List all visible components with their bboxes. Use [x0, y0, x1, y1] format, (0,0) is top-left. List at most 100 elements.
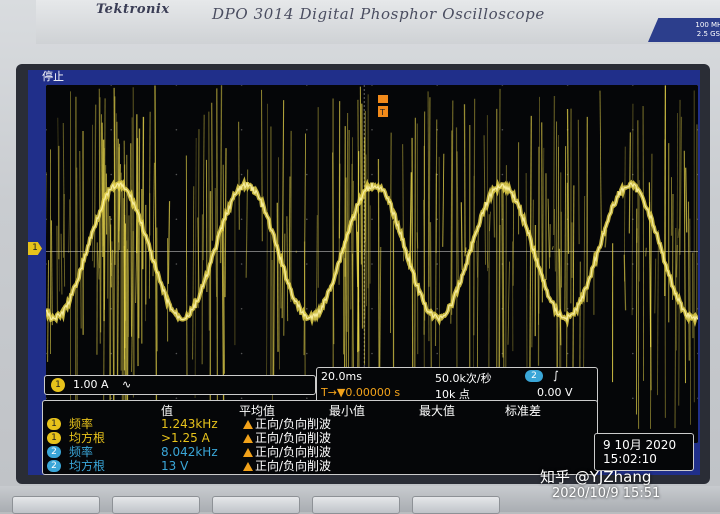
- noise-spike: [415, 118, 416, 409]
- scope-screen: 停止 T 1 11.00 A ∿ 20.0ms 50.0k次/秒 T→▼0.00…: [28, 70, 700, 475]
- noise-spike: [61, 234, 62, 295]
- ch1-scale-readout[interactable]: 11.00 A ∿: [44, 375, 316, 395]
- noise-spike: [98, 251, 99, 280]
- watermark: 知乎 @YJZhang: [540, 466, 651, 487]
- coupling-icon: ∿: [122, 378, 131, 391]
- time-per-div: 20.0ms: [321, 370, 362, 383]
- grid-dot: [436, 85, 438, 86]
- channel1-ground-marker[interactable]: 1: [28, 242, 42, 255]
- noise-spike: [289, 176, 290, 284]
- noise-spike: [554, 96, 555, 235]
- noise-spike: [484, 135, 485, 265]
- bezel-button[interactable]: [112, 496, 200, 514]
- noise-spike: [168, 201, 169, 284]
- noise-spike: [225, 148, 226, 297]
- noise-spike: [193, 186, 194, 359]
- grid-dot: [306, 129, 308, 131]
- noise-spike: [430, 222, 431, 380]
- noise-spike: [267, 104, 268, 376]
- row-mean-text: 正向/负向削波: [255, 445, 331, 459]
- noise-spike: [102, 123, 103, 257]
- noise-spike: [632, 104, 633, 315]
- noise-spike: [94, 105, 95, 268]
- row-name: 均方根: [69, 459, 105, 473]
- warning-icon: [243, 462, 253, 471]
- bezel-button[interactable]: [212, 496, 300, 514]
- noise-spike: [461, 202, 462, 270]
- grid-dot: [567, 85, 569, 86]
- bezel-button[interactable]: [412, 496, 500, 514]
- measurement-row[interactable]: 2 均方根 13 V 正向/负向削波: [43, 459, 597, 473]
- grid-dot: [371, 353, 373, 355]
- noise-spike: [443, 154, 444, 247]
- spec-bandwidth: 100 MHz: [648, 21, 720, 30]
- noise-spike: [655, 259, 656, 314]
- row-name: 频率: [69, 417, 93, 431]
- grid-dot: [306, 397, 308, 399]
- noise-spike: [646, 248, 647, 257]
- row-value: >1.25 A: [161, 431, 210, 445]
- noise-spike: [436, 120, 437, 346]
- sample-rate: 50.0k次/秒: [435, 370, 492, 386]
- trigger-position-marker: T: [378, 95, 388, 117]
- bezel-button[interactable]: [12, 496, 100, 514]
- noise-spike: [186, 155, 187, 375]
- grid-dot: [241, 308, 243, 310]
- grid-dot: [436, 263, 438, 265]
- trigger-slope-icon: ∫: [553, 369, 559, 382]
- grid-dot: [371, 174, 373, 176]
- row-name: 均方根: [69, 431, 105, 445]
- noise-spike: [287, 216, 288, 321]
- measurement-panel: 值 平均值 最小值 最大值 标准差 1 频率 1.243kHz 正向/负向削波 …: [42, 400, 598, 475]
- noise-spike: [565, 146, 566, 312]
- noise-spike: [63, 194, 64, 258]
- grid-dot: [110, 85, 112, 86]
- noise-spike: [429, 97, 430, 287]
- noise-spike: [494, 191, 495, 237]
- time-label: 15:02:10: [603, 452, 657, 466]
- grid-dot: [306, 174, 308, 176]
- row-channel-badge: 2: [47, 446, 61, 458]
- noise-spike: [348, 130, 349, 396]
- grid-dot: [306, 85, 308, 86]
- noise-spike: [555, 209, 556, 271]
- measurement-row[interactable]: 2 频率 8.042kHz 正向/负向削波: [43, 445, 597, 459]
- grid-dot: [46, 85, 47, 86]
- noise-spike: [686, 168, 687, 233]
- noise-spike: [362, 104, 363, 329]
- grid-dot: [306, 218, 308, 220]
- spec-badge: 100 MHz 2.5 GS/s: [648, 18, 720, 42]
- row-mean-text: 正向/负向削波: [255, 431, 331, 445]
- trigger-channel-badge: 2: [525, 370, 543, 382]
- row-mean: 正向/负向削波: [243, 459, 331, 473]
- noise-spike: [390, 133, 391, 333]
- brand-logo: Tektronix: [96, 2, 170, 17]
- grid-dot: [46, 353, 47, 355]
- noise-spike: [543, 148, 544, 291]
- measurement-row[interactable]: 1 频率 1.243kHz 正向/负向削波: [43, 417, 597, 431]
- noise-spike: [378, 159, 379, 400]
- grid-dot: [241, 129, 243, 131]
- grid-dot: [371, 218, 373, 220]
- noise-spike: [57, 226, 58, 321]
- noise-spike: [239, 122, 240, 230]
- noise-spike: [490, 212, 491, 231]
- grid-dot: [502, 129, 504, 131]
- row-channel-badge: 1: [47, 432, 61, 444]
- noise-spike: [52, 220, 53, 325]
- row-mean: 正向/负向削波: [243, 417, 331, 431]
- spec-sample-rate: 2.5 GS/s: [648, 30, 720, 39]
- noise-spike: [351, 164, 352, 310]
- bezel-button[interactable]: [312, 496, 400, 514]
- grid-dot: [371, 308, 373, 310]
- row-value: 1.243kHz: [161, 417, 218, 431]
- noise-spike: [274, 243, 275, 389]
- row-value: 8.042kHz: [161, 445, 218, 459]
- measurement-row[interactable]: 1 均方根 >1.25 A 正向/负向削波: [43, 431, 597, 445]
- grid-dot: [46, 397, 47, 399]
- grid-dot: [632, 397, 634, 399]
- ch1-badge: 1: [51, 378, 65, 392]
- row-channel-badge: 1: [47, 418, 61, 430]
- grid-dot: [110, 218, 112, 220]
- row-mean-text: 正向/负向削波: [255, 459, 331, 473]
